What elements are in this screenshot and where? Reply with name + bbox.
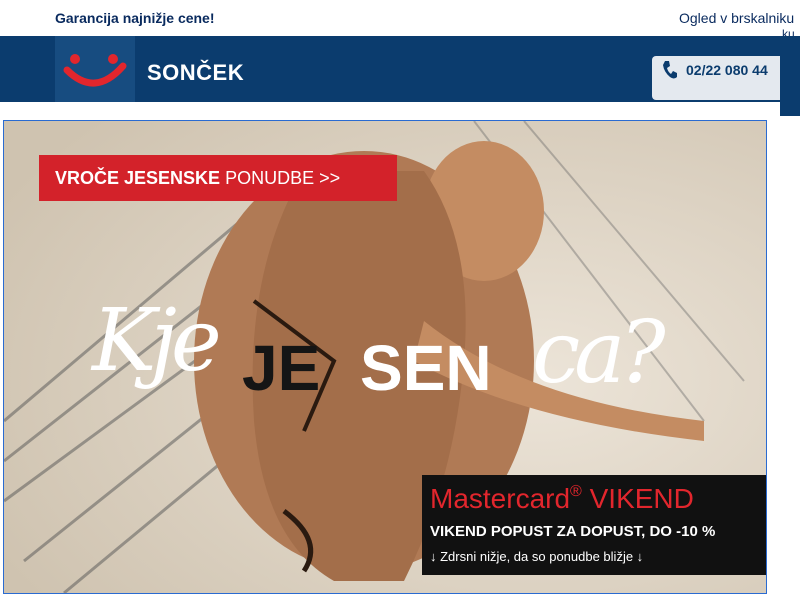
headline-bold-dark: JE — [242, 332, 321, 404]
offer-title: Mastercard® VIKEND — [430, 483, 694, 515]
right-edge-strip — [780, 36, 800, 116]
promo-rest-text: PONUDBE >> — [220, 168, 341, 188]
offer-subtitle: VIKEND POPUST ZA DOPUST, DO -10 % — [430, 523, 716, 540]
headline-script-right: ca? — [532, 303, 666, 403]
promo-banner-button[interactable]: VROČE JESENSKE PONUDBE >> — [39, 155, 397, 201]
registered-mark: ® — [570, 483, 582, 500]
mastercard-brand: Mastercard — [430, 483, 571, 514]
headline-script-left: Kje — [92, 291, 222, 391]
hero-banner[interactable]: VROČE JESENSKE PONUDBE >> Kje JE SEN ca?… — [3, 120, 767, 594]
phone-button[interactable]: 02/22 080 44 — [652, 56, 792, 100]
top-bar: Garancija najnižje cene! Ogled v brskaln… — [0, 0, 800, 41]
brand-name: SONČEK — [147, 60, 245, 85]
price-guarantee-text: Garancija najnižje cene! — [55, 10, 215, 26]
hero-headline: Kje JE SEN ca? — [92, 291, 692, 441]
phone-icon — [663, 61, 677, 79]
mastercard-offer-panel[interactable]: Mastercard® VIKEND VIKEND POPUST ZA DOPU… — [422, 475, 766, 575]
promo-bold-text: VROČE JESENSKE — [55, 168, 221, 188]
header: SONČEK 02/22 080 44 — [0, 36, 800, 102]
offer-title-rest: VIKEND — [581, 483, 694, 514]
scroll-hint: ↓ Zdrsni nižje, da so ponudbe bližje ↓ — [430, 549, 644, 564]
headline-bold-white: SEN — [360, 332, 492, 404]
phone-number: 02/22 080 44 — [686, 62, 768, 78]
tui-smile-logo-icon — [63, 54, 127, 87]
tui-logo[interactable] — [55, 36, 135, 102]
view-in-browser-link[interactable]: Ogled v brskalniku — [679, 10, 794, 26]
